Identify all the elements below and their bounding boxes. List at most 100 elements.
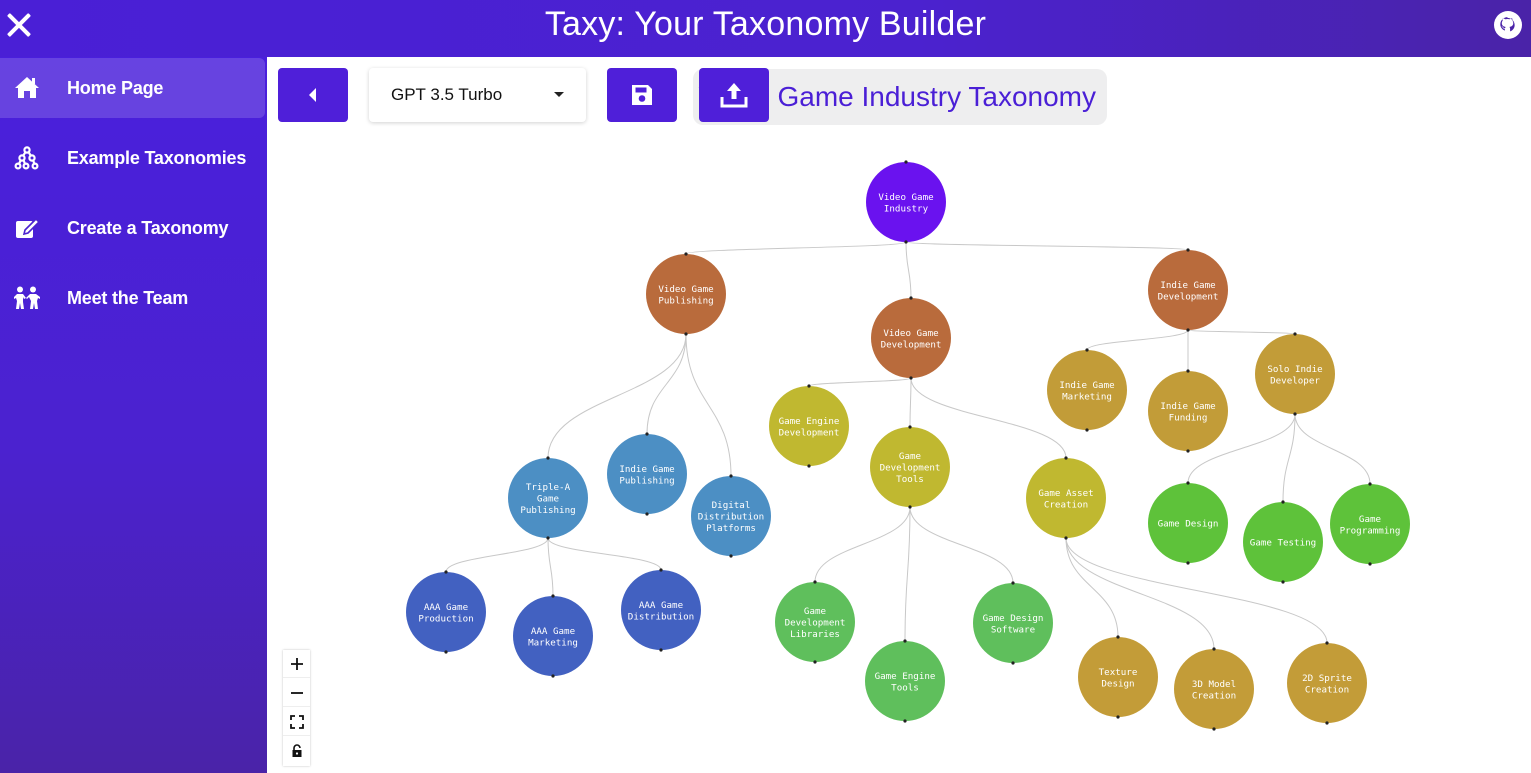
- tree-node-label: Game Testing: [1250, 538, 1316, 549]
- tree-node-handle[interactable]: [1212, 727, 1216, 731]
- tree-node-handle[interactable]: [1011, 581, 1015, 585]
- back-button[interactable]: [278, 68, 348, 122]
- tree-node[interactable]: Game Development Libraries: [775, 580, 855, 664]
- tree-node-handle[interactable]: [684, 332, 688, 336]
- tree-node[interactable]: AAA Game Production: [406, 570, 486, 654]
- tree-node-handle[interactable]: [909, 376, 913, 380]
- tree-node[interactable]: Video Game Development: [871, 296, 951, 380]
- tree-node-handle[interactable]: [1186, 248, 1190, 252]
- github-icon[interactable]: [1494, 11, 1522, 39]
- tree-node-handle[interactable]: [1186, 369, 1190, 373]
- tree-node[interactable]: Video Game Publishing: [646, 252, 726, 336]
- tree-node-handle[interactable]: [551, 674, 555, 678]
- tree-node[interactable]: Game Design Software: [973, 581, 1053, 665]
- tree-node-handle[interactable]: [904, 160, 908, 164]
- tree-node-handle[interactable]: [908, 425, 912, 429]
- tree-node[interactable]: Indie Game Funding: [1148, 369, 1228, 453]
- save-button[interactable]: [607, 68, 677, 122]
- upload-icon: [720, 83, 748, 108]
- tree-node-label: Indie Game Publishing: [619, 464, 674, 487]
- tree-node-handle[interactable]: [1281, 580, 1285, 584]
- zoom-out-button[interactable]: [283, 679, 310, 707]
- upload-button[interactable]: [699, 68, 769, 122]
- tree-node-handle[interactable]: [1064, 456, 1068, 460]
- tree-node[interactable]: Game Programming: [1330, 482, 1410, 566]
- tree-node[interactable]: Triple-A Game Publishing: [508, 456, 588, 540]
- tree-node-handle[interactable]: [659, 568, 663, 572]
- tree-node-handle[interactable]: [645, 512, 649, 516]
- tree-node-handle[interactable]: [1325, 721, 1329, 725]
- lock-button[interactable]: [283, 737, 310, 764]
- tree-node-label: Video Game Publishing: [658, 284, 713, 307]
- tree-node[interactable]: 2D Sprite Creation: [1287, 641, 1367, 725]
- tree-node-handle[interactable]: [909, 296, 913, 300]
- model-select[interactable]: GPT 3.5 Turbo: [369, 68, 586, 122]
- tree-node-handle[interactable]: [1325, 641, 1329, 645]
- tree-node-handle[interactable]: [645, 432, 649, 436]
- tree-node-handle[interactable]: [546, 536, 550, 540]
- tree-node-handle[interactable]: [1368, 482, 1372, 486]
- tree-node-handle[interactable]: [807, 384, 811, 388]
- tree-node-handle[interactable]: [1293, 412, 1297, 416]
- tree-node-handle[interactable]: [1281, 500, 1285, 504]
- tree-node-handle[interactable]: [813, 580, 817, 584]
- tree-edge: [905, 241, 912, 299]
- tree-node-handle[interactable]: [903, 639, 907, 643]
- taxonomy-tree[interactable]: Video Game Industry Video Game Publishing Vi…: [267, 130, 1531, 773]
- tree-edge: [685, 241, 907, 255]
- tree-node-handle[interactable]: [908, 505, 912, 509]
- tree-node-handle[interactable]: [1011, 661, 1015, 665]
- tree-edge: [808, 377, 912, 387]
- tree-node[interactable]: Indie Game Development: [1148, 248, 1228, 332]
- tree-node[interactable]: Digital Distribution Platforms: [691, 474, 771, 558]
- tree-node-handle[interactable]: [1212, 647, 1216, 651]
- tree-node-handle[interactable]: [444, 570, 448, 574]
- tree-node[interactable]: Indie Game Marketing: [1047, 348, 1127, 432]
- sidebar-item-meet-team[interactable]: Meet the Team: [0, 268, 267, 328]
- lock-icon: [292, 743, 301, 757]
- tree-node-handle[interactable]: [1186, 561, 1190, 565]
- tree-node[interactable]: Game Testing: [1243, 500, 1323, 584]
- tree-node[interactable]: Game Design: [1148, 481, 1228, 565]
- tree-node[interactable]: Game Development Tools: [870, 425, 950, 509]
- tree-node-handle[interactable]: [1116, 635, 1120, 639]
- tree-node[interactable]: Solo Indie Developer: [1255, 332, 1335, 416]
- tree-node-handle[interactable]: [1186, 449, 1190, 453]
- tree-node-handle[interactable]: [1064, 536, 1068, 540]
- tree-node-handle[interactable]: [729, 474, 733, 478]
- tree-node[interactable]: Game Engine Tools: [865, 639, 945, 723]
- sidebar-item-create-taxonomy[interactable]: Create a Taxonomy: [0, 198, 267, 258]
- app-title: Taxy: Your Taxonomy Builder: [544, 5, 987, 43]
- tree-node-handle[interactable]: [551, 594, 555, 598]
- sidebar-item-home[interactable]: Home Page: [0, 58, 265, 118]
- tree-node[interactable]: AAA Game Marketing: [513, 594, 593, 678]
- tree-node-handle[interactable]: [1116, 715, 1120, 719]
- tree-node-handle[interactable]: [1085, 348, 1089, 352]
- tree-node[interactable]: Game Asset Creation: [1026, 456, 1106, 540]
- sidebar-item-example-taxonomies[interactable]: Example Taxonomies: [0, 128, 267, 188]
- tree-node-label: Indie Game Marketing: [1059, 380, 1114, 403]
- tree-node[interactable]: Texture Design: [1078, 635, 1158, 719]
- tree-node[interactable]: 3D Model Creation: [1174, 647, 1254, 731]
- tree-node-handle[interactable]: [807, 464, 811, 468]
- tree-node-handle[interactable]: [1085, 428, 1089, 432]
- tree-node[interactable]: Video Game Industry: [866, 160, 946, 244]
- tree-node[interactable]: Game Engine Development: [769, 384, 849, 468]
- fit-view-button[interactable]: [283, 708, 310, 736]
- tree-node-handle[interactable]: [1186, 328, 1190, 332]
- zoom-in-button[interactable]: [283, 650, 310, 678]
- tree-node-handle[interactable]: [659, 648, 663, 652]
- tree-node-handle[interactable]: [1293, 332, 1297, 336]
- tree-node-handle[interactable]: [729, 554, 733, 558]
- tree-node[interactable]: Indie Game Publishing: [607, 432, 687, 516]
- tree-node-handle[interactable]: [684, 252, 688, 256]
- tree-node-handle[interactable]: [904, 240, 908, 244]
- tree-node-handle[interactable]: [903, 719, 907, 723]
- tree-node-label: Game Design Software: [983, 613, 1044, 636]
- tree-node-handle[interactable]: [546, 456, 550, 460]
- tree-node[interactable]: AAA Game Distribution: [621, 568, 701, 652]
- tree-node-handle[interactable]: [1186, 481, 1190, 485]
- tree-node-handle[interactable]: [444, 650, 448, 654]
- tree-node-handle[interactable]: [1368, 562, 1372, 566]
- tree-node-handle[interactable]: [813, 660, 817, 664]
